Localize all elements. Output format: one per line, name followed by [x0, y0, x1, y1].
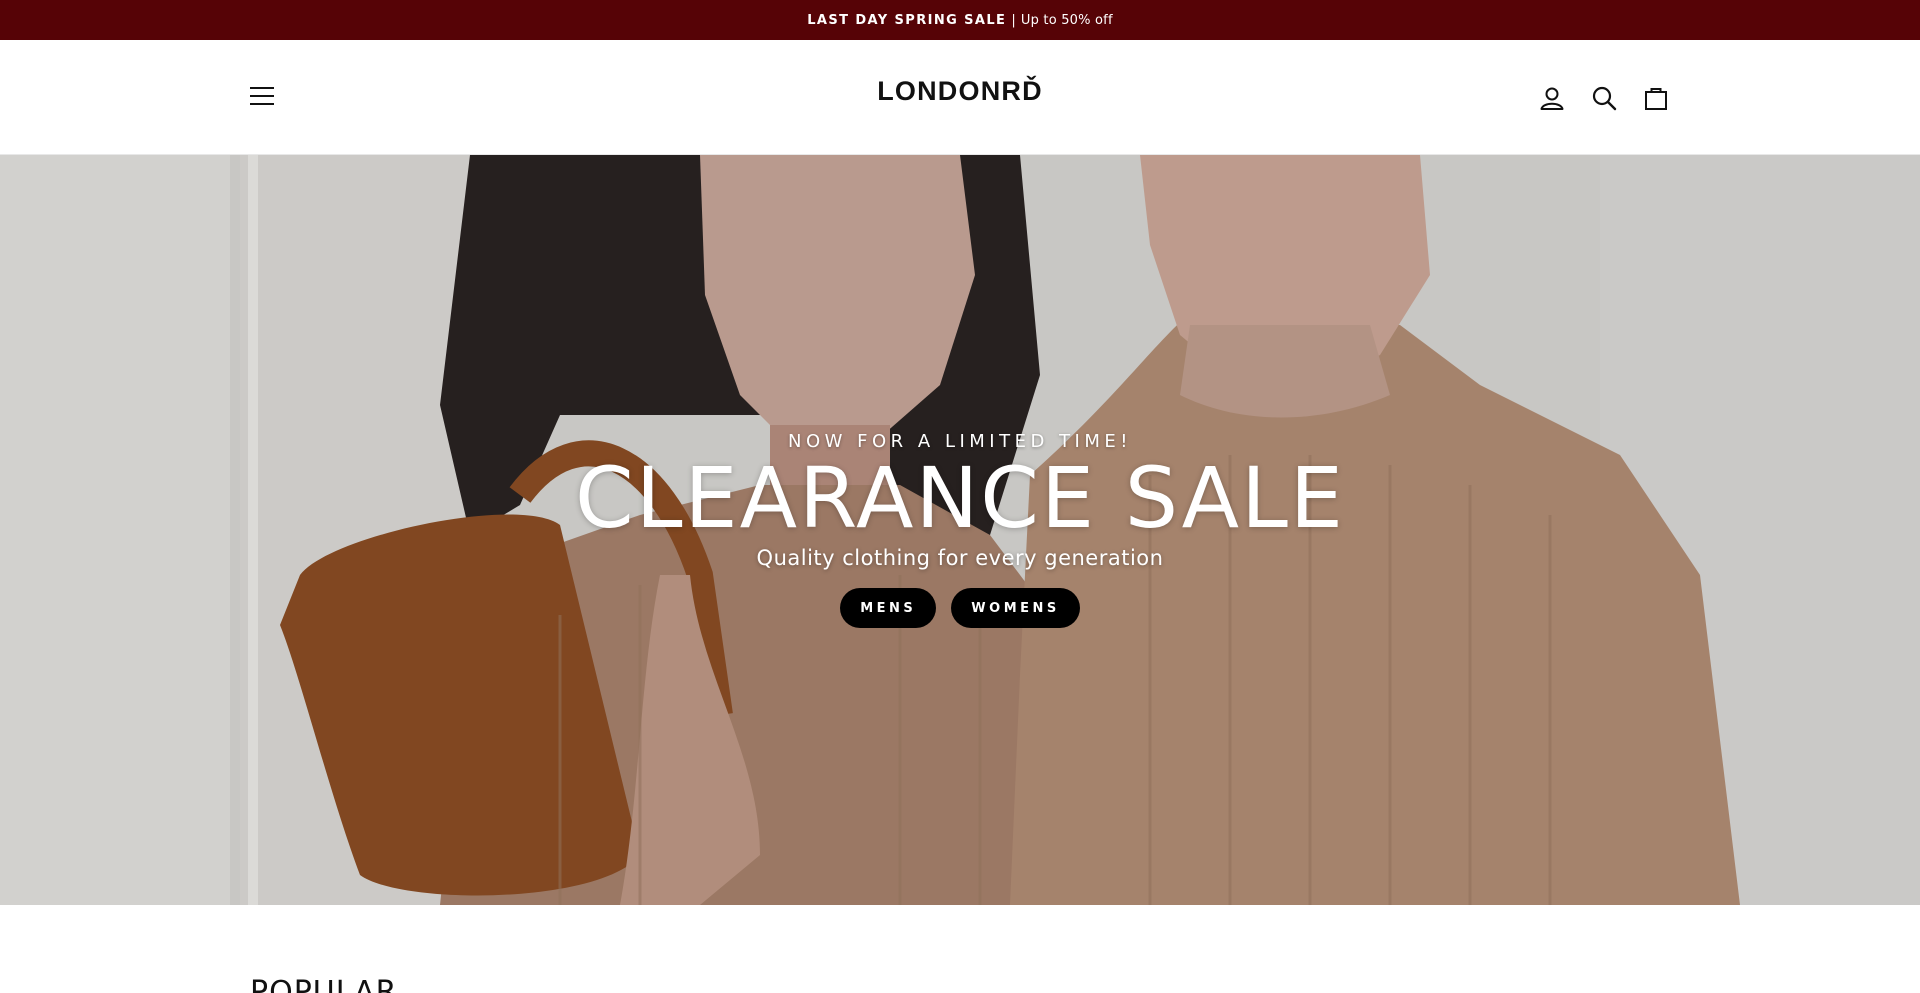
account-button[interactable] [1536, 82, 1568, 114]
hero-banner[interactable]: NOW FOR A LIMITED TIME! CLEARANCE SALE Q… [0, 155, 1920, 905]
shopping-bag-icon [1645, 88, 1667, 110]
section-title-popular: POPULAR [250, 975, 398, 993]
announcement-separator: | [1011, 12, 1016, 28]
cart-button[interactable] [1640, 82, 1672, 114]
search-button[interactable] [1588, 82, 1620, 114]
mens-button[interactable]: MENS [840, 588, 937, 629]
announcement-text: Up to 50% off [1020, 12, 1113, 28]
header-icons [1536, 82, 1672, 114]
announcement-bar: LAST DAY SPRING SALE | Up to 50% off [0, 0, 1920, 40]
hero-tagline: Quality clothing for every generation [756, 546, 1164, 571]
site-header: LONDONRĎ [0, 40, 1920, 155]
search-icon [1592, 86, 1617, 111]
hero-content: NOW FOR A LIMITED TIME! CLEARANCE SALE Q… [0, 431, 1920, 629]
womens-button[interactable]: WOMENS [951, 588, 1080, 629]
hero-title: CLEARANCE SALE [575, 449, 1345, 547]
hero-buttons: MENS WOMENS [0, 588, 1920, 629]
announcement-strong: LAST DAY SPRING SALE [807, 12, 1007, 28]
user-icon [1540, 87, 1564, 110]
